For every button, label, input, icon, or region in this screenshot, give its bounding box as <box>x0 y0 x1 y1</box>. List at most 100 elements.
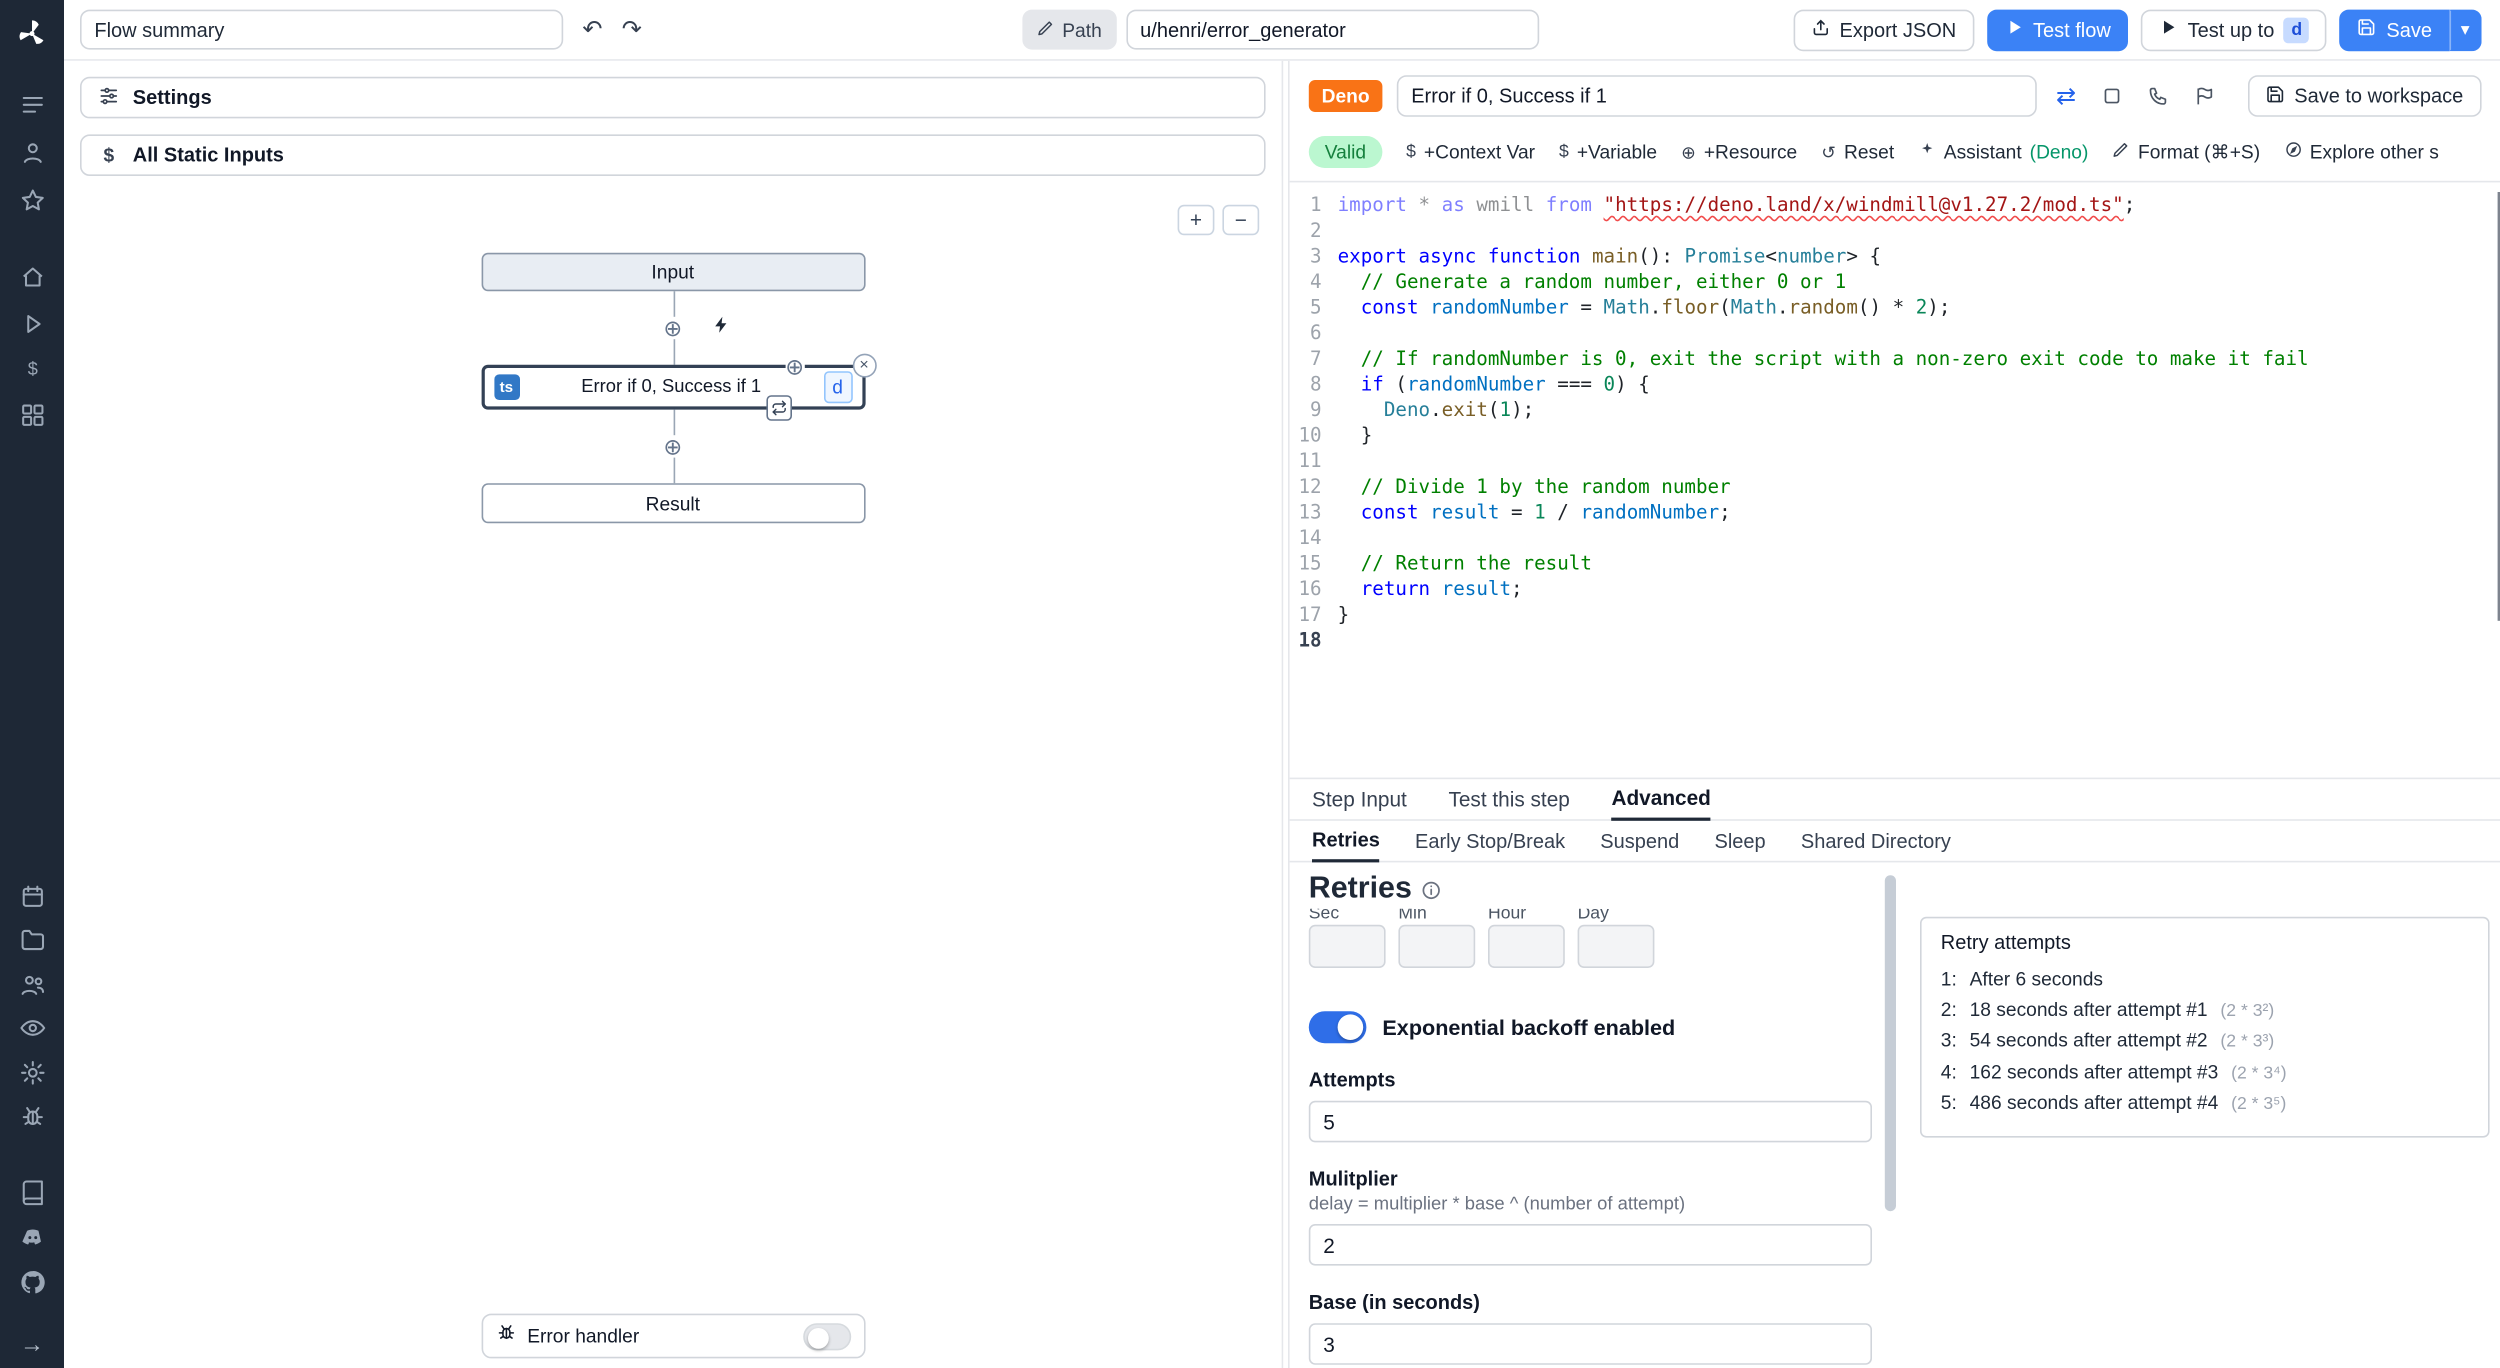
bug-icon[interactable] <box>11 1095 53 1137</box>
sparkle-icon <box>1918 141 1936 163</box>
line-number: 7 <box>1310 347 1322 370</box>
gear-icon[interactable] <box>11 1051 53 1093</box>
export-json-button[interactable]: Export JSON <box>1793 8 1974 51</box>
phone-icon[interactable] <box>2147 85 2169 107</box>
assistant-button[interactable]: Assistant (Deno) <box>1918 141 2088 163</box>
flow-panel: Settings $ All Static Inputs + − Input ⊕… <box>64 60 1284 1368</box>
input-node[interactable]: Input <box>480 252 865 292</box>
add-context-var-button[interactable]: $ +Context Var <box>1406 141 1535 163</box>
tab-test-this-step[interactable]: Test this step <box>1448 787 1569 819</box>
error-handler-toggle[interactable] <box>802 1322 851 1350</box>
book-icon[interactable] <box>11 1171 53 1213</box>
home-icon[interactable] <box>11 257 53 299</box>
format-button[interactable]: Format (⌘+S) <box>2112 141 2260 163</box>
multiplier-label: Mulitplier <box>1308 1168 1398 1191</box>
line-number: 17 <box>1298 603 1322 626</box>
scrollbar-thumb[interactable] <box>1884 875 1896 1212</box>
windmill-logo[interactable] <box>11 13 53 55</box>
star-icon[interactable] <box>11 179 53 221</box>
step-node[interactable]: ts Error if 0, Success if 1 d ⊕ × <box>480 353 876 421</box>
user-icon[interactable] <box>11 131 53 173</box>
settings-bar[interactable]: Settings <box>80 76 1266 119</box>
reset-icon: ↺ <box>1821 143 1836 163</box>
add-resource-button[interactable]: ⊕ +Resource <box>1681 141 1797 163</box>
flow-summary-input[interactable] <box>80 9 564 50</box>
connector: ⊕ <box>481 291 865 365</box>
step-node-label: Error if 0, Success if 1 <box>581 377 762 397</box>
eye-icon[interactable] <box>11 1007 53 1049</box>
add-step-icon[interactable]: ⊕ <box>663 435 683 458</box>
window-icon[interactable] <box>2100 85 2122 107</box>
attempts-input[interactable] <box>1308 1100 1872 1143</box>
swap-icon[interactable]: ⇄ <box>2056 84 2076 108</box>
save-dropdown-button[interactable]: ▾ <box>2449 8 2481 51</box>
undo-icon[interactable]: ↶ <box>582 18 602 42</box>
result-node[interactable]: Result <box>480 483 865 524</box>
tab-step-input[interactable]: Step Input <box>1312 787 1407 819</box>
discord-icon[interactable] <box>11 1216 53 1258</box>
dollar-icon[interactable]: $ <box>11 348 53 390</box>
test-flow-button[interactable]: Test flow <box>1986 8 2129 51</box>
subtab-sleep[interactable]: Sleep <box>1714 830 1765 860</box>
delete-step-icon[interactable]: × <box>852 353 876 378</box>
save-button[interactable]: Save <box>2339 8 2450 51</box>
line-number: 3 <box>1310 244 1322 268</box>
arrow-right-icon[interactable]: → <box>20 1331 44 1358</box>
zoom-out-button[interactable]: − <box>1222 204 1260 236</box>
lightning-bolt-icon[interactable] <box>711 314 730 343</box>
test-up-to-button[interactable]: Test up to d <box>2141 8 2328 51</box>
exponential-backoff-toggle[interactable] <box>1308 1011 1367 1044</box>
backoff-toggle-label: Exponential backoff enabled <box>1382 1015 1676 1040</box>
base-label: Base (in seconds) <box>1308 1291 1480 1314</box>
line-number: 9 <box>1310 398 1322 421</box>
blocks-icon[interactable] <box>11 394 53 436</box>
attempts-label: Attempts <box>1308 1068 1396 1092</box>
settings-bar-label: Settings <box>132 86 212 109</box>
code-line: if (randomNumber === 0) { <box>1360 372 1650 396</box>
code-editor[interactable]: 1 2 3 4 5 6 7 8 9 10 11 12 13 14 15 16 17 18 import * as … <box>1290 182 2500 777</box>
svg-text:$: $ <box>27 359 37 379</box>
redo-icon[interactable]: ↷ <box>622 18 642 42</box>
list-icon[interactable] <box>11 83 53 125</box>
save-to-workspace-button[interactable]: Save to workspace <box>2247 75 2481 117</box>
sec-input[interactable] <box>1308 924 1386 968</box>
day-input[interactable] <box>1577 924 1655 968</box>
users-icon[interactable] <box>11 963 53 1005</box>
path-label: Path <box>1062 18 1102 41</box>
explore-scripts-button[interactable]: Explore other s <box>2284 141 2439 163</box>
zoom-in-button[interactable]: + <box>1177 204 1215 236</box>
play-icon <box>2159 18 2178 42</box>
hour-input[interactable] <box>1488 924 1565 968</box>
line-number: 13 <box>1298 500 1322 524</box>
subtab-early-stop[interactable]: Early Stop/Break <box>1415 830 1565 860</box>
static-inputs-bar[interactable]: $ All Static Inputs <box>80 134 1266 176</box>
github-icon[interactable] <box>11 1261 53 1303</box>
multiplier-input[interactable] <box>1308 1224 1872 1266</box>
subtab-suspend[interactable]: Suspend <box>1600 830 1679 860</box>
typescript-badge: ts <box>493 374 520 400</box>
compass-icon <box>2284 141 2302 163</box>
add-branch-icon[interactable]: ⊕ <box>785 355 804 378</box>
calendar-icon[interactable] <box>11 875 53 917</box>
min-input[interactable] <box>1398 924 1476 968</box>
flow-graph: Input ⊕ ts Error if 0, Success if 1 d ⊕ … <box>480 252 876 524</box>
flow-canvas[interactable]: + − Input ⊕ ts Error if 0, Success if 1 … <box>64 176 1282 1368</box>
folder-icon[interactable] <box>11 919 53 961</box>
subtab-shared-directory[interactable]: Shared Directory <box>1801 830 1951 860</box>
step-name-input[interactable] <box>1396 75 2037 117</box>
add-step-icon[interactable]: ⊕ <box>663 316 683 340</box>
reset-button[interactable]: ↺ Reset <box>1821 141 1894 163</box>
subtab-retries[interactable]: Retries <box>1312 829 1380 863</box>
base-input[interactable] <box>1308 1323 1872 1365</box>
add-variable-button[interactable]: $ +Variable <box>1559 141 1657 163</box>
play-icon[interactable] <box>11 302 53 344</box>
tab-advanced[interactable]: Advanced <box>1611 786 1711 821</box>
sidebar: $ → <box>0 0 64 1368</box>
flag-icon[interactable] <box>2193 85 2215 107</box>
retries-panel: Retries Sec Min Hour Day Exponential bac… <box>1290 862 2500 1368</box>
info-icon[interactable] <box>1421 879 1442 900</box>
code-line: // Generate a random number, either 0 or… <box>1337 270 1847 293</box>
retry-attempt-row: 2: 18 seconds after attempt #1 (2 * 3²) <box>1940 997 2275 1020</box>
path-input[interactable] <box>1125 9 1539 50</box>
line-number: 1 <box>1310 193 1322 216</box>
